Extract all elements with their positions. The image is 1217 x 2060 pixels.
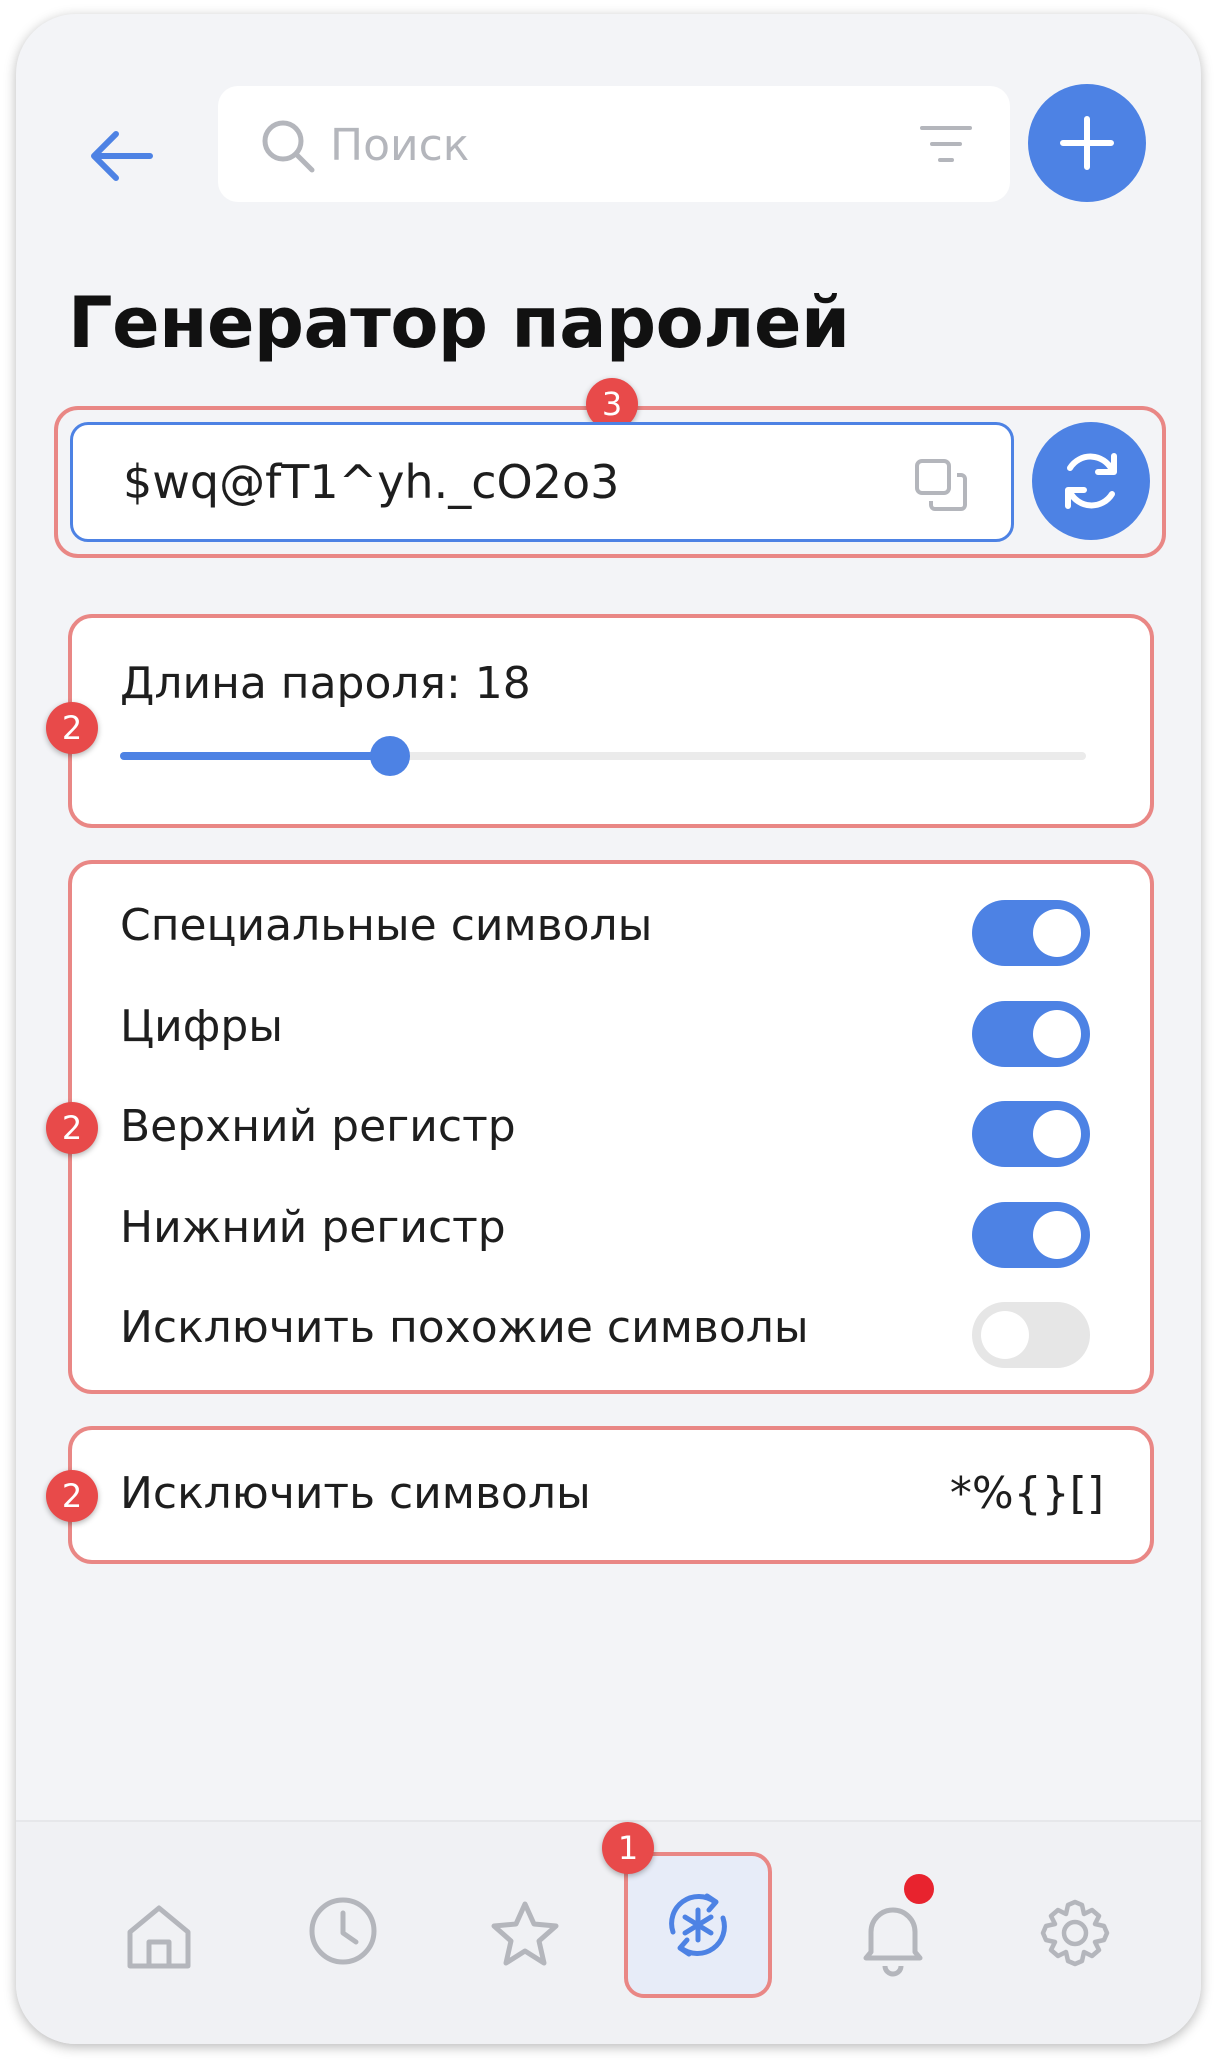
- add-button[interactable]: [1028, 84, 1146, 202]
- option-label-uppercase: Верхний регистр: [120, 1101, 516, 1152]
- toggle-knob: [1033, 1211, 1081, 1259]
- password-length-label: Длина пароля: 18: [120, 658, 531, 709]
- annotation-badge-2: 2: [46, 1470, 98, 1522]
- toggle-exclude-similar[interactable]: [972, 1302, 1090, 1368]
- toggle-knob: [1033, 1010, 1081, 1058]
- nav-settings[interactable]: [1020, 1878, 1130, 1988]
- nav-favorites[interactable]: [470, 1878, 580, 1988]
- annotation-badge-2: 2: [46, 1102, 98, 1154]
- toggle-special[interactable]: [972, 900, 1090, 966]
- star-icon: [491, 1901, 559, 1966]
- exclude-symbols-card[interactable]: Исключить символы *%{}[]: [68, 1426, 1154, 1564]
- regenerate-button[interactable]: [1032, 422, 1150, 540]
- length-slider-fill: [120, 752, 391, 760]
- app-window: Генератор паролей 3 $wq@fT1^yh._cO2o3 Дл…: [16, 14, 1201, 2044]
- generator-icon: [669, 1893, 727, 1957]
- length-slider-thumb[interactable]: [370, 736, 411, 776]
- nav-generator[interactable]: [624, 1852, 772, 1998]
- copy-icon[interactable]: [911, 455, 971, 515]
- page-title: Генератор паролей: [68, 282, 850, 364]
- generated-password-field[interactable]: $wq@fT1^yh._cO2o3: [70, 422, 1014, 542]
- exclude-symbols-value[interactable]: *%{}[]: [950, 1468, 1104, 1519]
- search-input[interactable]: [328, 108, 892, 182]
- toggle-knob: [1033, 909, 1081, 957]
- filter-icon[interactable]: [918, 122, 974, 166]
- plus-icon: [1060, 116, 1114, 170]
- exclude-symbols-label: Исключить символы: [120, 1468, 591, 1519]
- home-icon: [127, 1905, 191, 1969]
- nav-history[interactable]: [288, 1876, 398, 1986]
- annotation-badge-1: 1: [602, 1822, 654, 1874]
- toggle-knob: [1033, 1110, 1081, 1158]
- annotation-badge-2: 2: [46, 702, 98, 754]
- option-label-special: Специальные символы: [120, 900, 653, 951]
- search-icon: [262, 120, 315, 173]
- back-button[interactable]: [86, 106, 206, 206]
- character-options-card: Специальные символы Цифры Верхний регист…: [68, 860, 1154, 1394]
- gear-icon: [1040, 1899, 1110, 1967]
- arrow-left-icon: [91, 131, 153, 181]
- option-label-lowercase: Нижний регистр: [120, 1202, 506, 1253]
- nav-notifications[interactable]: [838, 1874, 948, 1988]
- notification-dot: [904, 1874, 934, 1904]
- refresh-icon: [1065, 453, 1117, 509]
- password-value[interactable]: $wq@fT1^yh._cO2o3: [123, 455, 619, 509]
- toggle-knob: [981, 1311, 1029, 1359]
- option-label-digits: Цифры: [120, 1001, 284, 1052]
- toggle-lowercase[interactable]: [972, 1202, 1090, 1268]
- clock-icon: [309, 1897, 377, 1965]
- toggle-uppercase[interactable]: [972, 1101, 1090, 1167]
- nav-home[interactable]: [104, 1880, 214, 1990]
- length-slider[interactable]: [120, 736, 1086, 776]
- password-length-card: Длина пароля: 18: [68, 614, 1154, 828]
- option-label-exclude-similar: Исключить похожие символы: [120, 1302, 809, 1353]
- toggle-digits[interactable]: [972, 1001, 1090, 1067]
- search-bar: [218, 86, 1010, 202]
